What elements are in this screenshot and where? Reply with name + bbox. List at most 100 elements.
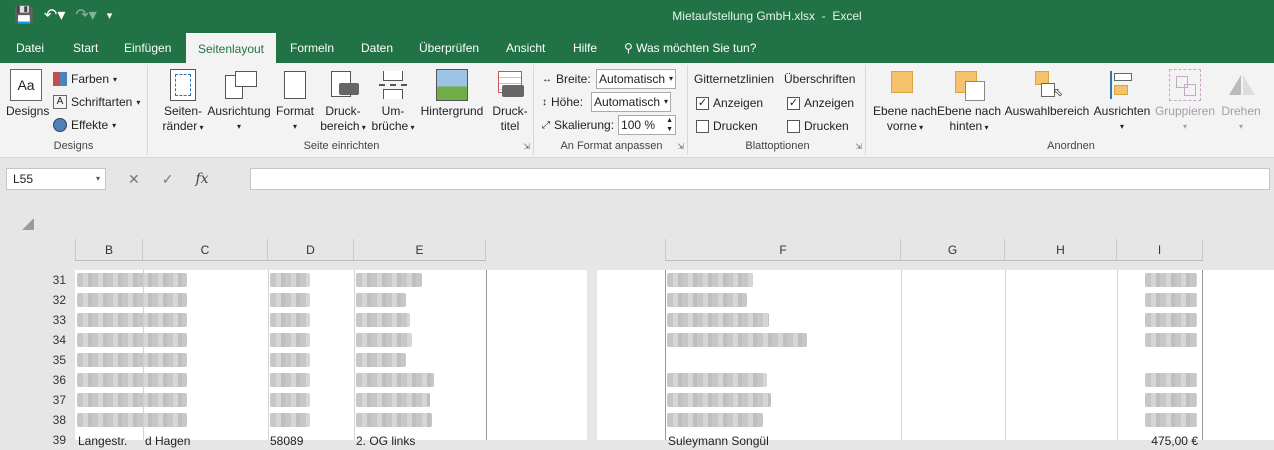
spin-arrows-icon[interactable]: ▲ ▼ bbox=[666, 116, 673, 134]
worksheet-area: B C D E F G H I 31 32 33 34 35 36 37 38 … bbox=[0, 202, 1274, 448]
row-header[interactable]: 34 bbox=[30, 330, 66, 350]
gruppieren-button[interactable]: Gruppieren ▾ bbox=[1154, 69, 1216, 134]
designs-button[interactable]: Aa Designs bbox=[6, 69, 49, 119]
row-header[interactable]: 38 bbox=[30, 410, 66, 430]
height-icon: ↕ bbox=[542, 96, 547, 108]
column-header-d[interactable]: D bbox=[268, 239, 354, 261]
scale-icon: ⤢ bbox=[542, 119, 550, 131]
ausrichtung-button[interactable]: Ausrichtung ▾ bbox=[206, 69, 272, 134]
ebene-nach-vorne-button[interactable]: Ebene nach vorne ▾ bbox=[872, 69, 938, 135]
tab-start[interactable]: Start bbox=[73, 33, 98, 63]
drucktitel-button[interactable]: Druck-titel bbox=[488, 69, 532, 134]
seitenraender-label-1: Seiten- bbox=[163, 104, 203, 118]
group-designs: Aa Designs Farben ▾ A Schriftarten ▾ Effekt… bbox=[0, 65, 148, 155]
ebene-nach-vorne-label-1: Ebene nach bbox=[872, 104, 938, 118]
tell-me-box[interactable]: ⚲ Was möchten Sie tun? bbox=[624, 33, 756, 63]
checkbox-icon bbox=[787, 119, 800, 133]
ausrichtung-label: Ausrichtung bbox=[207, 104, 271, 118]
gitter-anzeigen-checkbox[interactable]: ✓ Anzeigen bbox=[696, 93, 763, 113]
select-all-icon[interactable] bbox=[22, 218, 34, 230]
tab-daten[interactable]: Daten bbox=[361, 33, 393, 63]
colors-icon bbox=[53, 72, 67, 86]
cell-d39[interactable]: 58089 bbox=[270, 434, 303, 448]
hoehe-row: ↕ Höhe: Automatisch ▾ bbox=[542, 92, 671, 112]
row-header[interactable]: 31 bbox=[30, 270, 66, 290]
breite-select[interactable]: Automatisch ▾ bbox=[596, 69, 676, 89]
cell-c39[interactable]: d Hagen bbox=[145, 434, 190, 448]
column-header-e[interactable]: E bbox=[354, 239, 486, 261]
column-header-i[interactable]: I bbox=[1117, 239, 1203, 261]
grid-line bbox=[1005, 270, 1006, 440]
drehen-button[interactable]: Drehen ▾ bbox=[1218, 69, 1264, 134]
file-name: Mietaufstellung GmbH.xlsx bbox=[672, 9, 815, 23]
ueberschriften-anzeigen-checkbox[interactable]: ✓ Anzeigen bbox=[787, 93, 854, 113]
tab-datei[interactable]: Datei bbox=[16, 33, 44, 63]
cell-b39[interactable]: Langestr. bbox=[78, 434, 127, 448]
seitenraender-button[interactable]: Seiten-ränder ▾ bbox=[160, 69, 206, 135]
column-header-c[interactable]: C bbox=[143, 239, 268, 261]
cancel-icon[interactable]: ✕ bbox=[128, 171, 140, 188]
row-header[interactable]: 39 bbox=[30, 430, 66, 450]
column-header-f[interactable]: F bbox=[665, 239, 901, 261]
skalierung-spinner[interactable]: 100 % ▲ ▼ bbox=[618, 115, 677, 135]
row-header[interactable]: 32 bbox=[30, 290, 66, 310]
tab-einfuegen[interactable]: Einfügen bbox=[124, 33, 171, 63]
ausrichten-label: Ausrichten bbox=[1093, 104, 1151, 118]
an-format-launcher-icon[interactable]: ⇲ bbox=[677, 142, 684, 151]
farben-button[interactable]: Farben ▾ bbox=[53, 69, 117, 89]
row-header[interactable]: 33 bbox=[30, 310, 66, 330]
gitter-drucken-checkbox[interactable]: Drucken bbox=[696, 116, 758, 136]
umbrueche-button[interactable]: Um-brüche ▾ bbox=[370, 69, 416, 135]
hintergrund-button[interactable]: Hintergrund bbox=[418, 69, 486, 119]
auswahlbereich-label: Auswahlbereich bbox=[1004, 104, 1090, 118]
format-button[interactable]: Format ▾ bbox=[274, 69, 316, 134]
row-header[interactable]: 35 bbox=[30, 350, 66, 370]
row-header[interactable]: 36 bbox=[30, 370, 66, 390]
margins-icon bbox=[170, 69, 196, 101]
skalierung-value: 100 % bbox=[621, 118, 656, 132]
blattoptionen-launcher-icon[interactable]: ⇲ bbox=[855, 142, 862, 151]
group-label-anordnen: Anordnen bbox=[1047, 140, 1095, 152]
column-header-b[interactable]: B bbox=[75, 239, 143, 261]
ueberschriften-anzeigen-label: Anzeigen bbox=[804, 96, 855, 110]
tab-ansicht[interactable]: Ansicht bbox=[506, 33, 545, 63]
tab-hilfe[interactable]: Hilfe bbox=[573, 33, 597, 63]
group-seite-einrichten: Seiten-ränder ▾ Ausrichtung ▾ Format ▾ Dru… bbox=[150, 65, 534, 155]
grid-line bbox=[665, 270, 666, 440]
effekte-button[interactable]: Effekte ▾ bbox=[53, 115, 116, 135]
grid-line bbox=[268, 270, 269, 440]
formula-input[interactable] bbox=[250, 168, 1270, 190]
cell-i39[interactable]: 475,00 € bbox=[1140, 434, 1198, 448]
column-header-g[interactable]: G bbox=[901, 239, 1005, 261]
auswahlbereich-button[interactable]: ⬁ Auswahlbereich bbox=[1004, 69, 1090, 119]
formula-bar: L55 ▾ ✕ ✓ fx bbox=[0, 158, 1274, 202]
seite-einrichten-launcher-icon[interactable]: ⇲ bbox=[523, 142, 530, 151]
orientation-icon bbox=[223, 69, 257, 101]
group-blattoptionen: Gitternetzlinien Überschriften ✓ Anzeigen… bbox=[690, 65, 866, 155]
tab-seitenlayout[interactable]: Seitenlayout bbox=[186, 33, 276, 63]
insert-function-icon[interactable]: fx bbox=[195, 171, 208, 187]
ebene-nach-hinten-button[interactable]: Ebene nach hinten ▾ bbox=[936, 69, 1002, 135]
ribbon-tabs: Datei Start Einfügen Seitenlayout Formel… bbox=[0, 33, 1274, 63]
ueberschriften-heading: Überschriften bbox=[784, 72, 856, 86]
hoehe-select[interactable]: Automatisch ▾ bbox=[591, 92, 671, 112]
druckbereich-button[interactable]: Druck-bereich ▾ bbox=[318, 69, 368, 135]
tab-ueberpruefen[interactable]: Überprüfen bbox=[419, 33, 479, 63]
tab-formeln[interactable]: Formeln bbox=[290, 33, 334, 63]
ausrichten-button[interactable]: Ausrichten ▾ bbox=[1092, 69, 1152, 134]
enter-icon[interactable]: ✓ bbox=[162, 171, 174, 188]
window-title: Mietaufstellung GmbH.xlsx - Excel bbox=[672, 9, 862, 23]
cell-f39[interactable]: Suleymann Songül bbox=[668, 434, 769, 448]
row-header[interactable]: 37 bbox=[30, 390, 66, 410]
column-header-h[interactable]: H bbox=[1005, 239, 1117, 261]
breite-value: Automatisch bbox=[599, 72, 666, 86]
print-area-icon bbox=[327, 69, 359, 101]
hintergrund-label: Hintergrund bbox=[420, 104, 484, 118]
gruppieren-label: Gruppieren bbox=[1154, 104, 1216, 118]
group-label-blattoptionen: Blattoptionen bbox=[745, 140, 810, 152]
ueberschriften-drucken-checkbox[interactable]: Drucken bbox=[787, 116, 849, 136]
name-box[interactable]: L55 ▾ bbox=[6, 168, 106, 190]
cell-e39[interactable]: 2. OG links bbox=[356, 434, 415, 448]
schriftarten-button[interactable]: A Schriftarten ▾ bbox=[53, 92, 140, 112]
drehen-label: Drehen bbox=[1221, 104, 1261, 118]
